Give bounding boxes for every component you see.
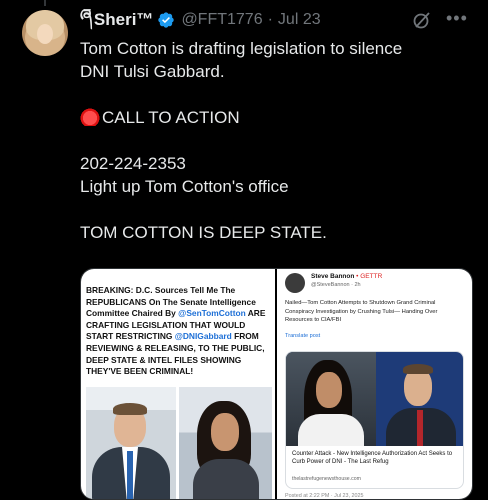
tweet-header: ཞ Sheri™ @FFT1776 · Jul 23 [80, 6, 321, 32]
post-date[interactable]: Jul 23 [278, 11, 321, 29]
embedded-post-text: Nailed—Tom Cotton Attempts to Shutdown G… [285, 300, 438, 324]
police-light-icon [80, 106, 100, 126]
more-options-icon[interactable]: ••• [446, 9, 468, 27]
media-image-right[interactable]: Steve Bannon • GETTR @SteveBannon · 2h N… [277, 269, 472, 499]
handle[interactable]: @FFT1776 [181, 11, 262, 29]
tweet-line: TOM COTTON IS DEEP STATE. [80, 223, 327, 242]
grok-icon[interactable] [412, 10, 432, 30]
photo-tom-cotton [86, 387, 176, 499]
media-attachment[interactable]: BREAKING: D.C. Sources Tell Me The REPUB… [80, 268, 473, 500]
embedded-author: Steve Bannon • GETTR [311, 273, 383, 280]
embedded-link-domain: thelastrefugenewsthouse.com [292, 476, 361, 482]
display-name[interactable]: Sheri™ [94, 10, 154, 30]
tweet-line: Light up Tom Cotton's office [80, 177, 289, 196]
translate-link: Translate post [285, 333, 321, 339]
call-to-action-line: CALL TO ACTION [80, 106, 470, 129]
tweet-line: Tom Cotton is drafting legislation to si… [80, 39, 403, 58]
call-to-action-text: CALL TO ACTION [102, 108, 240, 127]
media-image-left[interactable]: BREAKING: D.C. Sources Tell Me The REPUB… [81, 269, 275, 499]
embedded-avatar [285, 273, 305, 293]
tweet-text: Tom Cotton is drafting legislation to si… [80, 37, 470, 244]
mention-sentomcotton: @SenTomCotton [178, 308, 246, 319]
tweet-line: DNI Tulsi Gabbard. [80, 62, 225, 81]
embedded-link-photo [286, 352, 463, 446]
avatar[interactable] [22, 10, 68, 56]
phone-number: 202-224-2353 [80, 154, 186, 173]
embedded-link-caption: Counter Attack - New Intelligence Author… [292, 451, 453, 466]
breaking-news-text: BREAKING: D.C. Sources Tell Me The REPUB… [86, 285, 266, 377]
verified-badge-icon [158, 12, 175, 28]
embedded-link-card: Counter Attack - New Intelligence Author… [285, 351, 464, 489]
mention-dnigabbard: @DNIGabbard [174, 331, 232, 342]
embedded-timestamp: Posted at 2:22 PM · Jul 23, 2025 [285, 493, 364, 499]
separator-dot: · [267, 11, 273, 28]
photo-tulsi-gabbard [179, 387, 272, 499]
thread-connector [44, 0, 46, 6]
embedded-handle: @SteveBannon · 2h [311, 282, 361, 288]
previous-tweet-edge [0, 0, 488, 8]
